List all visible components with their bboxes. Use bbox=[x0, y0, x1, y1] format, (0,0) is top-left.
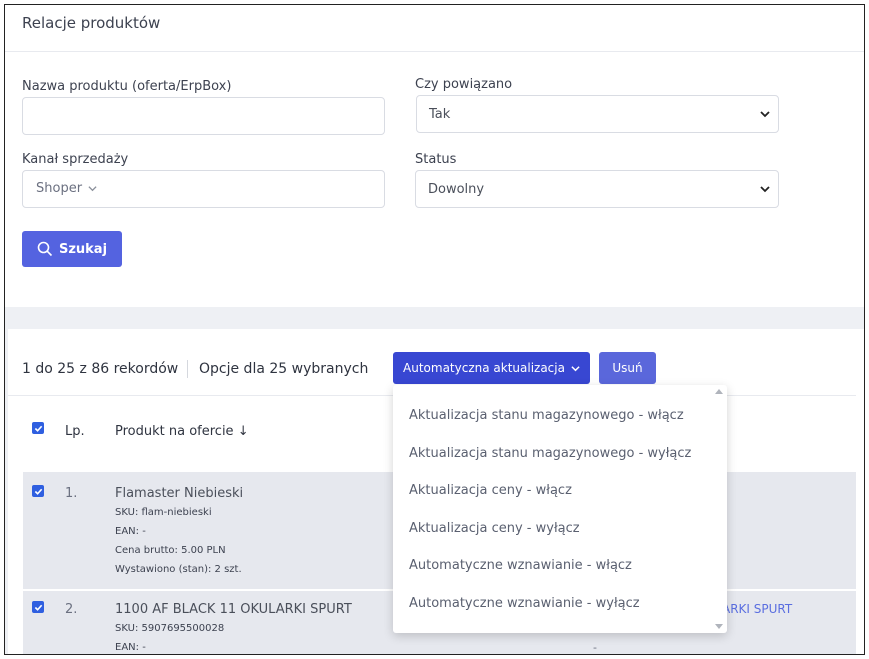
product-name[interactable]: Flamaster Niebieski bbox=[115, 486, 243, 501]
linked-select-value: Tak bbox=[429, 106, 451, 122]
toolbar-separator bbox=[187, 360, 188, 378]
product-stock: Wystawiono (stan): 2 szt. bbox=[115, 564, 242, 575]
search-button-label: Szukaj bbox=[58, 241, 108, 257]
scroll-up-arrow-icon[interactable] bbox=[715, 389, 723, 394]
product-name-label: Nazwa produktu (oferta/ErpBox) bbox=[22, 79, 232, 94]
status-select-value: Dowolny bbox=[428, 181, 485, 197]
status-label: Status bbox=[415, 152, 457, 167]
row-checkbox[interactable] bbox=[32, 601, 44, 613]
column-header-product[interactable]: Produkt na ofercie ↓ bbox=[115, 424, 249, 439]
menu-item-price-off[interactable]: Aktualizacja ceny - wyłącz bbox=[409, 521, 580, 536]
chevron-down-icon bbox=[760, 186, 770, 193]
select-all-checkbox[interactable] bbox=[32, 422, 44, 434]
menu-item-renew-off[interactable]: Automatyczne wznawianie - wyłącz bbox=[409, 596, 640, 611]
row-lp: 2. bbox=[65, 602, 78, 617]
linked-product-link[interactable]: ARKI SPURT bbox=[722, 602, 792, 616]
menu-item-price-on[interactable]: Aktualizacja ceny - włącz bbox=[409, 483, 572, 498]
section-divider bbox=[5, 307, 864, 329]
cell-placeholder: - bbox=[593, 641, 597, 654]
search-icon bbox=[37, 241, 53, 257]
check-icon bbox=[34, 604, 42, 611]
product-name-input[interactable] bbox=[22, 97, 385, 135]
column-header-lp: Lp. bbox=[65, 424, 85, 439]
status-select[interactable]: Dowolny bbox=[415, 170, 779, 208]
row-lp: 1. bbox=[65, 486, 78, 501]
left-gutter bbox=[5, 329, 8, 654]
product-price: Cena brutto: 5.00 PLN bbox=[115, 545, 226, 556]
title-divider bbox=[5, 51, 864, 52]
auto-update-button[interactable]: Automatyczna aktualizacja bbox=[393, 352, 590, 384]
product-sku: SKU: 5907695500028 bbox=[115, 623, 225, 634]
scroll-down-arrow-icon[interactable] bbox=[715, 624, 723, 629]
product-ean: EAN: - bbox=[115, 642, 146, 653]
check-icon bbox=[34, 488, 42, 495]
row-checkbox[interactable] bbox=[32, 485, 44, 497]
auto-update-menu: Aktualizacja stanu magazynowego - włącz … bbox=[393, 385, 727, 633]
page-frame: Relacje produktów Nazwa produktu (oferta… bbox=[4, 4, 865, 655]
page-title: Relacje produktów bbox=[22, 14, 161, 32]
channel-label: Kanał sprzedaży bbox=[22, 152, 129, 167]
selected-options-label: Opcje dla 25 wybranych bbox=[199, 361, 369, 377]
chevron-down-icon bbox=[88, 186, 97, 192]
delete-button[interactable]: Usuń bbox=[599, 352, 656, 384]
linked-select[interactable]: Tak bbox=[416, 95, 779, 133]
linked-label: Czy powiązano bbox=[415, 77, 513, 92]
menu-item-renew-on[interactable]: Automatyczne wznawianie - włącz bbox=[409, 558, 632, 573]
search-button[interactable]: Szukaj bbox=[22, 231, 122, 267]
product-name[interactable]: 1100 AF BLACK 11 OKULARKI SPURT bbox=[115, 602, 352, 617]
menu-item-stock-on[interactable]: Aktualizacja stanu magazynowego - włącz bbox=[409, 408, 684, 423]
check-icon bbox=[34, 425, 42, 432]
menu-item-stock-off[interactable]: Aktualizacja stanu magazynowego - wyłącz bbox=[409, 446, 691, 461]
product-ean: EAN: - bbox=[115, 526, 146, 537]
product-sku: SKU: flam-niebieski bbox=[115, 507, 212, 518]
channel-select[interactable]: Shoper bbox=[22, 170, 385, 208]
chevron-down-icon bbox=[571, 365, 580, 371]
records-count: 1 do 25 z 86 rekordów bbox=[22, 361, 179, 377]
auto-update-button-label: Automatyczna aktualizacja bbox=[403, 361, 565, 375]
channel-select-value: Shoper bbox=[36, 181, 83, 196]
chevron-down-icon bbox=[760, 111, 770, 118]
